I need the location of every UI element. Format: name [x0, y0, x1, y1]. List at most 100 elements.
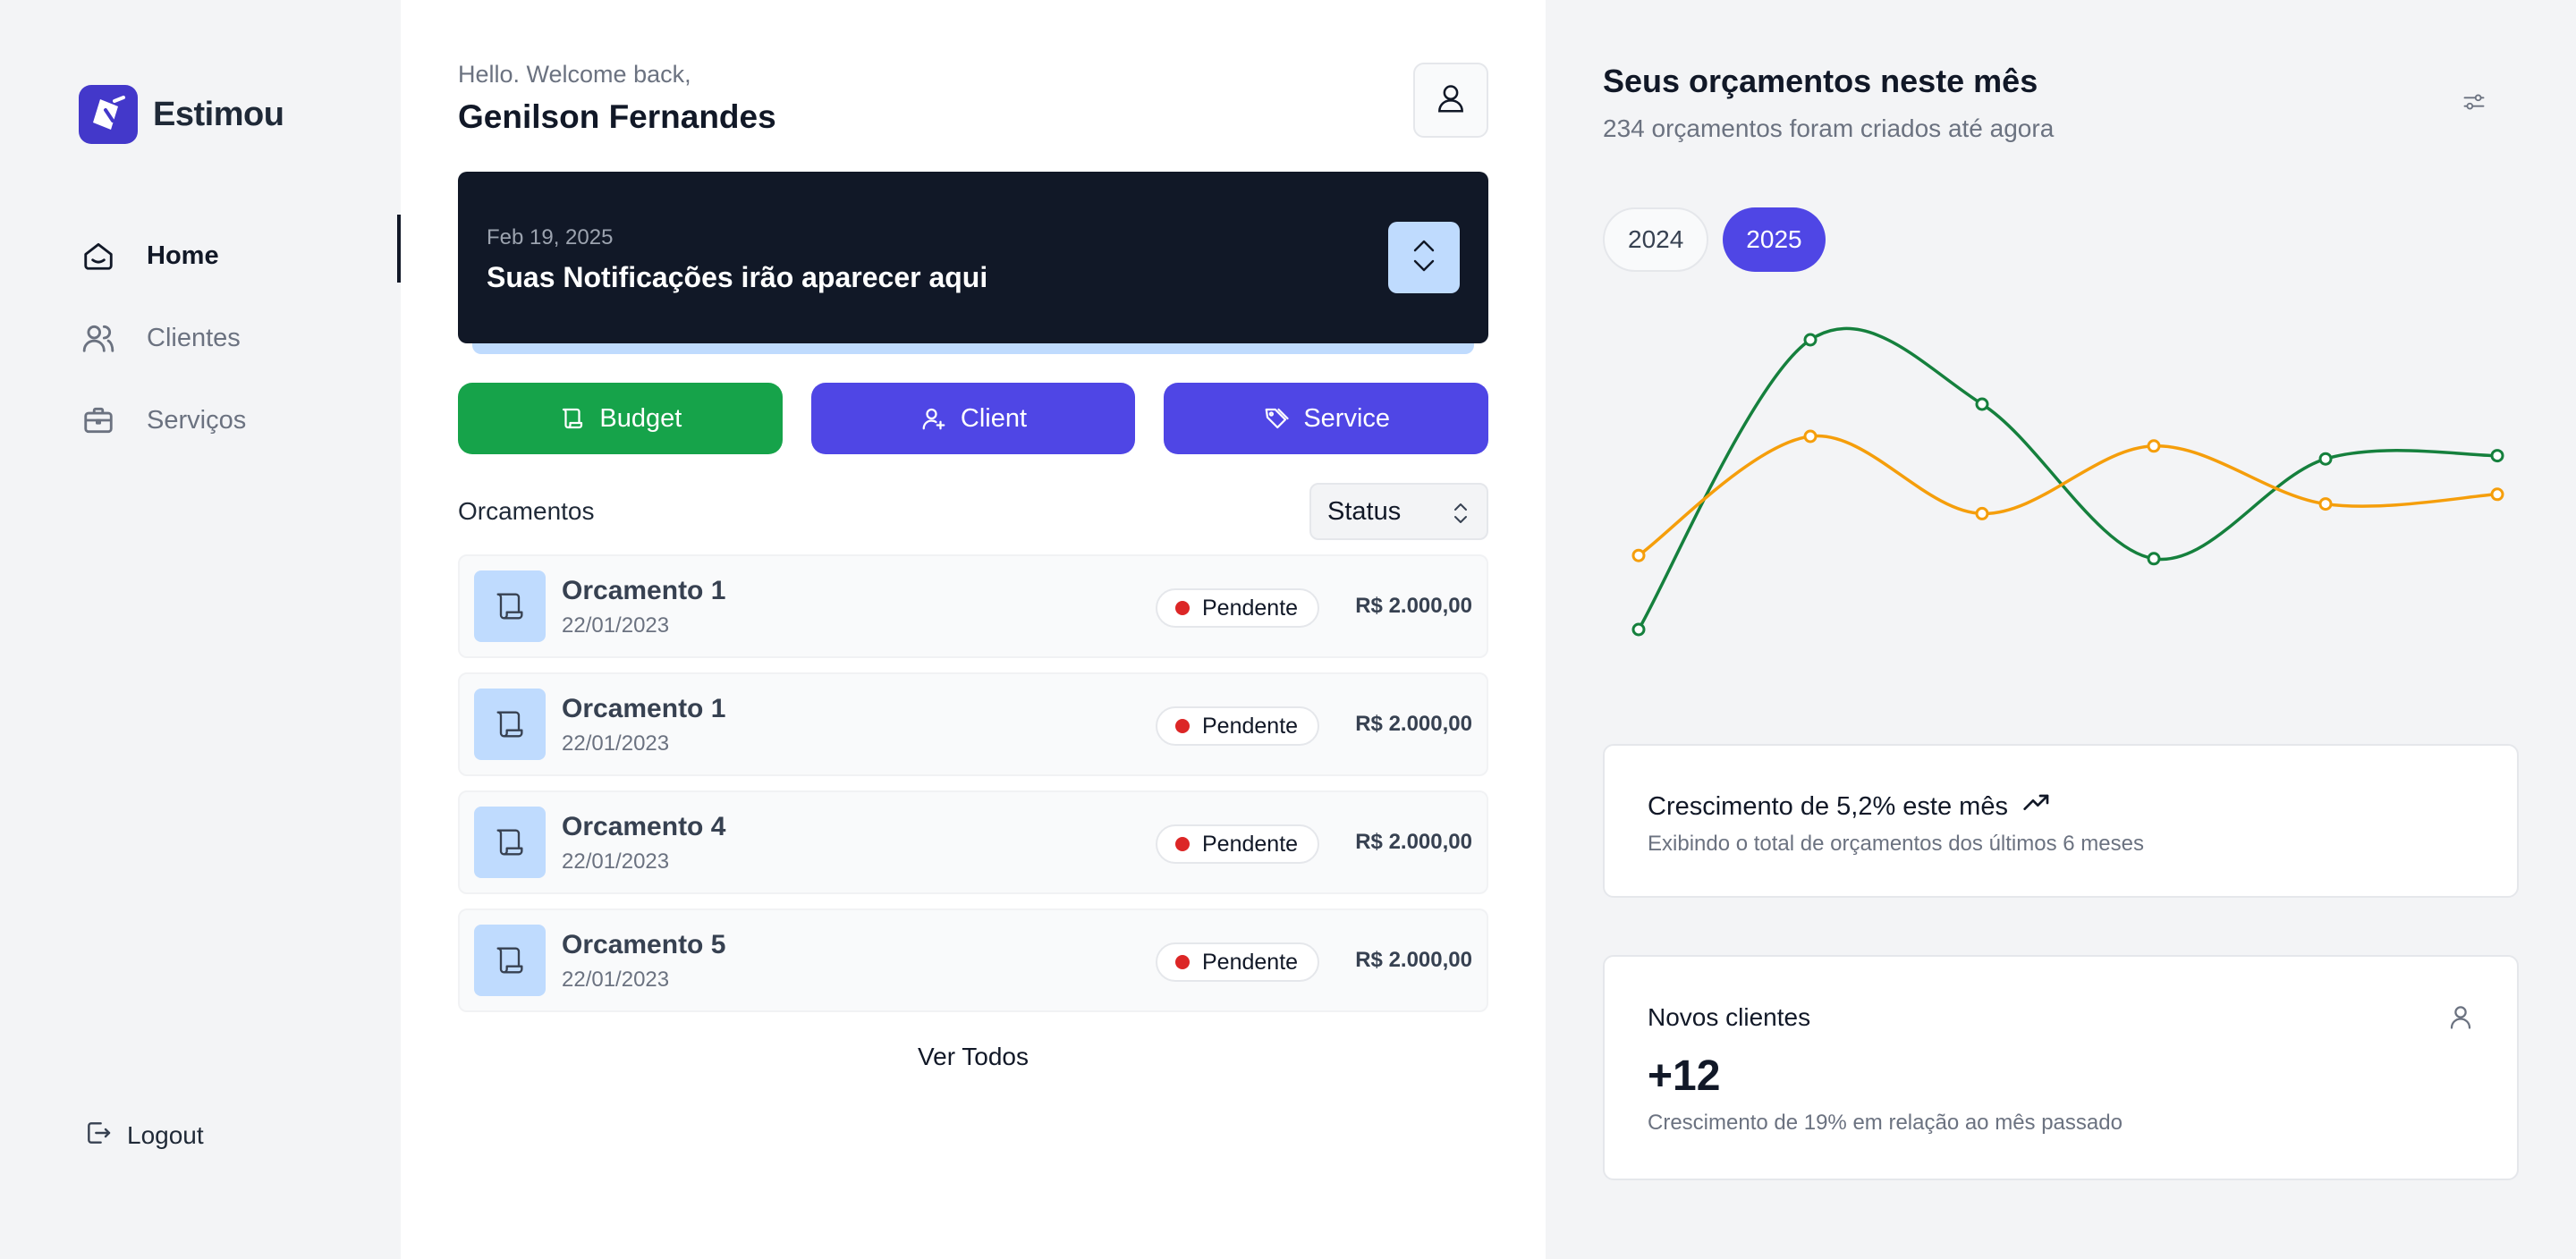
see-all-link[interactable]: Ver Todos [458, 1043, 1488, 1071]
status-dot [1175, 719, 1190, 733]
user-icon [2447, 1003, 2474, 1035]
list-item[interactable]: Orcamento 4 22/01/2023 Pendente R$ 2.000… [458, 790, 1488, 894]
sidebar-item-servicos[interactable]: Serviços [79, 379, 401, 461]
status-badge: Pendente [1156, 942, 1320, 982]
chart-point-s2-2[interactable] [1803, 429, 1818, 444]
chart-point-s1-6[interactable] [2490, 449, 2504, 463]
budget-amount: R$ 2.000,00 [1355, 948, 1472, 972]
logout-label: Logout [127, 1120, 204, 1149]
sliders-icon[interactable] [2458, 86, 2490, 118]
user-icon [1434, 81, 1468, 120]
status-filter-select[interactable]: Status [1309, 483, 1488, 540]
home-icon [79, 236, 118, 275]
app-logo[interactable]: Estimou [79, 85, 284, 144]
budget-date: 22/01/2023 [562, 849, 670, 874]
greeting-text: Hello. Welcome back, [458, 61, 691, 88]
client-button-label: Client [960, 403, 1028, 433]
status-badge: Pendente [1156, 588, 1320, 628]
budget-amount: R$ 2.000,00 [1355, 594, 1472, 618]
list-item[interactable]: Orcamento 5 22/01/2023 Pendente R$ 2.000… [458, 908, 1488, 1012]
panel-title: Seus orçamentos neste mês [1603, 63, 2038, 99]
sidebar-item-label: Home [147, 241, 219, 270]
budget-title: Orcamento 4 [562, 812, 726, 841]
chart-point-s1-1[interactable] [1631, 622, 1646, 637]
chart-point-s2-5[interactable] [2318, 497, 2333, 511]
budget-date: 22/01/2023 [562, 731, 670, 756]
new-clients-card: Novos clientes +12 Crescimento de 19% em… [1603, 955, 2519, 1180]
service-button[interactable]: Service [1164, 383, 1489, 454]
status-select-value: Status [1327, 496, 1402, 526]
status-label: Pendente [1202, 713, 1299, 739]
year-pill-2024[interactable]: 2024 [1603, 207, 1709, 272]
notification-card[interactable]: Feb 19, 2025 Suas Notificações irão apar… [458, 172, 1488, 343]
chart-point-s2-6[interactable] [2490, 487, 2504, 502]
chart-point-s1-2[interactable] [1803, 333, 1818, 347]
profile-button[interactable] [1413, 63, 1488, 138]
chart-point-s1-5[interactable] [2318, 452, 2333, 466]
budgets-list-title: Orcamentos [458, 497, 595, 525]
budget-amount: R$ 2.000,00 [1355, 830, 1472, 854]
chevron-up-down-icon [1411, 236, 1437, 280]
quick-actions: Budget Client Service [458, 383, 1489, 454]
sidebar-item-home[interactable]: Home [79, 215, 401, 297]
budget-button[interactable]: Budget [458, 383, 783, 454]
logout-button[interactable]: Logout [84, 1119, 204, 1152]
stats-panel: Seus orçamentos neste mês 234 orçamentos… [1546, 0, 2576, 1259]
chart-point-s1-4[interactable] [2147, 552, 2161, 566]
logo-icon [79, 85, 138, 144]
budget-button-label: Budget [599, 403, 682, 433]
budget-date: 22/01/2023 [562, 967, 670, 992]
year-pill-2025[interactable]: 2025 [1723, 207, 1826, 272]
service-button-label: Service [1303, 403, 1391, 433]
tags-icon [1262, 404, 1291, 433]
chart-point-s2-4[interactable] [2147, 439, 2161, 453]
users-icon [79, 318, 118, 358]
scroll-icon [474, 570, 546, 642]
panel-subtitle: 234 orçamentos foram criados até agora [1603, 114, 2055, 142]
user-plus-icon [919, 404, 948, 433]
growth-card-title-row: Crescimento de 5,2% este mês [1648, 789, 2051, 824]
chevron-up-down-icon [1453, 501, 1469, 533]
logout-icon [84, 1119, 113, 1152]
budget-title: Orcamento 1 [562, 694, 726, 723]
status-badge: Pendente [1156, 824, 1320, 864]
status-dot [1175, 837, 1190, 851]
growth-card-subtitle: Exibindo o total de orçamentos dos últim… [1648, 832, 2144, 856]
chart-point-s2-1[interactable] [1631, 548, 1646, 562]
chart-point-s1-3[interactable] [1975, 397, 1989, 411]
scroll-icon [474, 807, 546, 878]
growth-card-title: Crescimento de 5,2% este mês [1648, 791, 2008, 821]
sidebar-item-clientes[interactable]: Clientes [79, 297, 401, 379]
scroll-icon [558, 404, 587, 433]
sidebar-item-label: Clientes [147, 323, 241, 352]
client-button[interactable]: Client [810, 383, 1136, 454]
main-content: Hello. Welcome back, Genilson Fernandes … [401, 0, 1546, 1259]
app-name: Estimou [153, 95, 284, 133]
status-label: Pendente [1202, 831, 1299, 857]
status-label: Pendente [1202, 595, 1299, 621]
notification-expand-button[interactable] [1388, 222, 1460, 293]
budget-date: 22/01/2023 [562, 613, 670, 638]
status-dot [1175, 601, 1190, 615]
new-clients-value: +12 [1648, 1052, 1721, 1100]
sidebar-nav: Home Clientes Serviços [79, 215, 401, 461]
new-clients-subtitle: Crescimento de 19% em relação ao mês pas… [1648, 1111, 2123, 1135]
new-clients-title: Novos clientes [1648, 1003, 1811, 1031]
notification-date: Feb 19, 2025 [487, 225, 614, 249]
budget-title: Orcamento 5 [562, 930, 726, 959]
briefcase-icon [79, 401, 118, 440]
budgets-list: Orcamento 1 22/01/2023 Pendente R$ 2.000… [458, 554, 1488, 1027]
list-item[interactable]: Orcamento 1 22/01/2023 Pendente R$ 2.000… [458, 554, 1488, 658]
status-dot [1175, 955, 1190, 969]
budget-title: Orcamento 1 [562, 576, 726, 605]
list-item[interactable]: Orcamento 1 22/01/2023 Pendente R$ 2.000… [458, 672, 1488, 776]
user-name: Genilson Fernandes [458, 98, 776, 135]
sidebar: Estimou Home Clientes Serviços Logout [0, 0, 401, 1259]
growth-card: Crescimento de 5,2% este mês Exibindo o … [1603, 744, 2519, 898]
scroll-icon [474, 689, 546, 760]
chart-point-s2-3[interactable] [1975, 506, 1989, 520]
notification-title: Suas Notificações irão aparecer aqui [487, 261, 988, 293]
status-badge: Pendente [1156, 706, 1320, 746]
status-label: Pendente [1202, 949, 1299, 975]
chart-series-line-1 [1637, 326, 2498, 630]
